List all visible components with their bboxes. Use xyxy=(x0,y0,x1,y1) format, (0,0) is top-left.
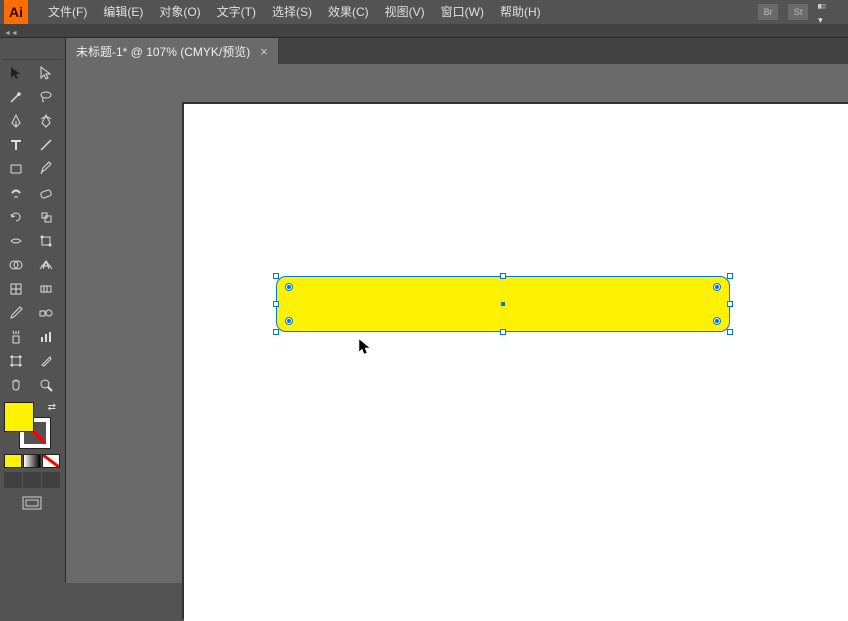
symbol-sprayer-tool[interactable] xyxy=(2,326,30,348)
menu-type[interactable]: 文字(T) xyxy=(209,0,264,24)
eyedropper-tool[interactable] xyxy=(2,302,30,324)
selection-handle-tm[interactable] xyxy=(500,273,506,279)
menu-select[interactable]: 选择(S) xyxy=(264,0,320,24)
mesh-tool[interactable] xyxy=(2,278,30,300)
artboard-tool[interactable] xyxy=(2,350,30,372)
menu-window[interactable]: 窗口(W) xyxy=(433,0,492,24)
shape-builder-tool[interactable] xyxy=(2,254,30,276)
canvas-area: 未标题-1* @ 107% (CMYK/预览) × xyxy=(66,38,848,583)
selection-handle-br[interactable] xyxy=(727,329,733,335)
menu-object[interactable]: 对象(O) xyxy=(151,0,208,24)
curvature-tool[interactable] xyxy=(32,110,60,132)
eraser-tool[interactable] xyxy=(32,182,60,204)
document-tab-bar: 未标题-1* @ 107% (CMYK/预览) × xyxy=(66,38,848,64)
slice-tool[interactable] xyxy=(32,350,60,372)
paintbrush-tool[interactable] xyxy=(32,158,60,180)
draw-behind[interactable] xyxy=(23,472,41,488)
line-tool[interactable] xyxy=(32,134,60,156)
menu-edit[interactable]: 编辑(E) xyxy=(95,0,151,24)
zoom-tool[interactable] xyxy=(32,374,60,396)
cursor-icon xyxy=(358,338,372,359)
menu-right-group: Br St ▾ xyxy=(758,0,848,26)
stock-icon[interactable]: St xyxy=(788,4,808,20)
width-tool[interactable] xyxy=(2,230,30,252)
blend-tool[interactable] xyxy=(32,302,60,324)
selection-handle-bm[interactable] xyxy=(500,329,506,335)
fill-color-swatch[interactable] xyxy=(4,402,34,432)
swap-fill-stroke-icon[interactable]: ⇄ xyxy=(48,402,56,413)
selection-handle-tr[interactable] xyxy=(727,273,733,279)
document-tab-title: 未标题-1* @ 107% (CMYK/预览) xyxy=(76,43,250,60)
free-transform-tool[interactable] xyxy=(32,230,60,252)
menu-help[interactable]: 帮助(H) xyxy=(492,0,549,24)
artboard[interactable] xyxy=(184,104,848,621)
app-logo: Ai xyxy=(4,0,28,24)
hand-tool[interactable] xyxy=(2,374,30,396)
shaper-tool[interactable] xyxy=(2,182,30,204)
corner-widget-tl[interactable] xyxy=(285,283,293,291)
toolbox: ⇄ xyxy=(0,38,66,583)
selection-handle-bl[interactable] xyxy=(273,329,279,335)
screen-mode-icon[interactable] xyxy=(4,496,61,515)
menu-effect[interactable]: 效果(C) xyxy=(320,0,377,24)
color-mode-gradient[interactable] xyxy=(23,454,41,468)
draw-normal[interactable] xyxy=(4,472,22,488)
rectangle-tool[interactable] xyxy=(2,158,30,180)
lasso-tool[interactable] xyxy=(32,86,60,108)
selection-tool[interactable] xyxy=(2,62,30,84)
toolbox-header xyxy=(2,40,63,60)
control-panel-collapsed[interactable] xyxy=(0,24,848,38)
document-tab[interactable]: 未标题-1* @ 107% (CMYK/预览) × xyxy=(66,38,278,64)
arrange-docs-icon[interactable]: ▾ xyxy=(818,0,826,26)
color-mode-solid[interactable] xyxy=(4,454,22,468)
selection-handle-tl[interactable] xyxy=(273,273,279,279)
perspective-grid-tool[interactable] xyxy=(32,254,60,276)
menubar: Ai 文件(F) 编辑(E) 对象(O) 文字(T) 选择(S) 效果(C) 视… xyxy=(0,0,848,24)
rotate-tool[interactable] xyxy=(2,206,30,228)
selected-shape-bounds xyxy=(276,276,730,332)
draw-inside[interactable] xyxy=(42,472,60,488)
scale-tool[interactable] xyxy=(32,206,60,228)
menu-file[interactable]: 文件(F) xyxy=(40,0,95,24)
direct-selection-tool[interactable] xyxy=(32,62,60,84)
selection-handle-ml[interactable] xyxy=(273,301,279,307)
corner-widget-bl[interactable] xyxy=(285,317,293,325)
column-graph-tool[interactable] xyxy=(32,326,60,348)
selection-center-point xyxy=(501,302,505,306)
corner-widget-br[interactable] xyxy=(713,317,721,325)
type-tool[interactable] xyxy=(2,134,30,156)
corner-widget-tr[interactable] xyxy=(713,283,721,291)
selection-handle-mr[interactable] xyxy=(727,301,733,307)
color-controls: ⇄ xyxy=(2,402,63,515)
color-mode-none[interactable] xyxy=(42,454,60,468)
gradient-tool[interactable] xyxy=(32,278,60,300)
menu-view[interactable]: 视图(V) xyxy=(377,0,433,24)
bridge-icon[interactable]: Br xyxy=(758,4,778,20)
pen-tool[interactable] xyxy=(2,110,30,132)
magic-wand-tool[interactable] xyxy=(2,86,30,108)
close-tab-icon[interactable]: × xyxy=(260,44,268,59)
